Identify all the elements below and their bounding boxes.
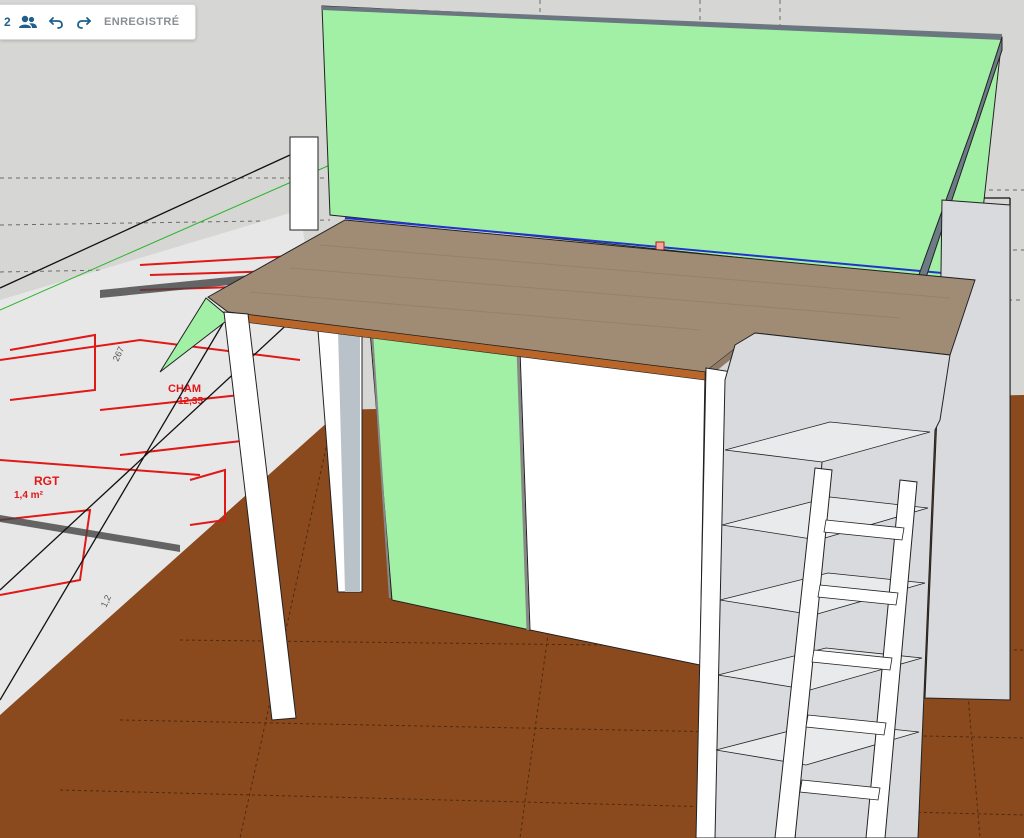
redo-icon[interactable] <box>70 7 98 37</box>
model-viewport[interactable]: CHAM 12,35 RGT 1,4 m² 267 1,2 <box>0 0 1024 838</box>
collaborator-count: 2 <box>4 15 11 29</box>
plan-room-name-2: RGT <box>34 474 60 488</box>
users-icon[interactable] <box>14 7 42 37</box>
back-left-post-top[interactable] <box>289 136 319 231</box>
wardrobe-door-white[interactable] <box>519 349 706 666</box>
edge-midpoint-marker[interactable] <box>655 241 665 251</box>
wardrobe-door-green[interactable] <box>369 329 531 631</box>
plan-room-area-2: 1,4 m² <box>14 490 44 501</box>
undo-icon[interactable] <box>42 7 70 37</box>
save-status: ENREGISTRÉ <box>104 16 180 28</box>
top-toolbar: 2 ENREGISTRÉ <box>0 4 196 40</box>
